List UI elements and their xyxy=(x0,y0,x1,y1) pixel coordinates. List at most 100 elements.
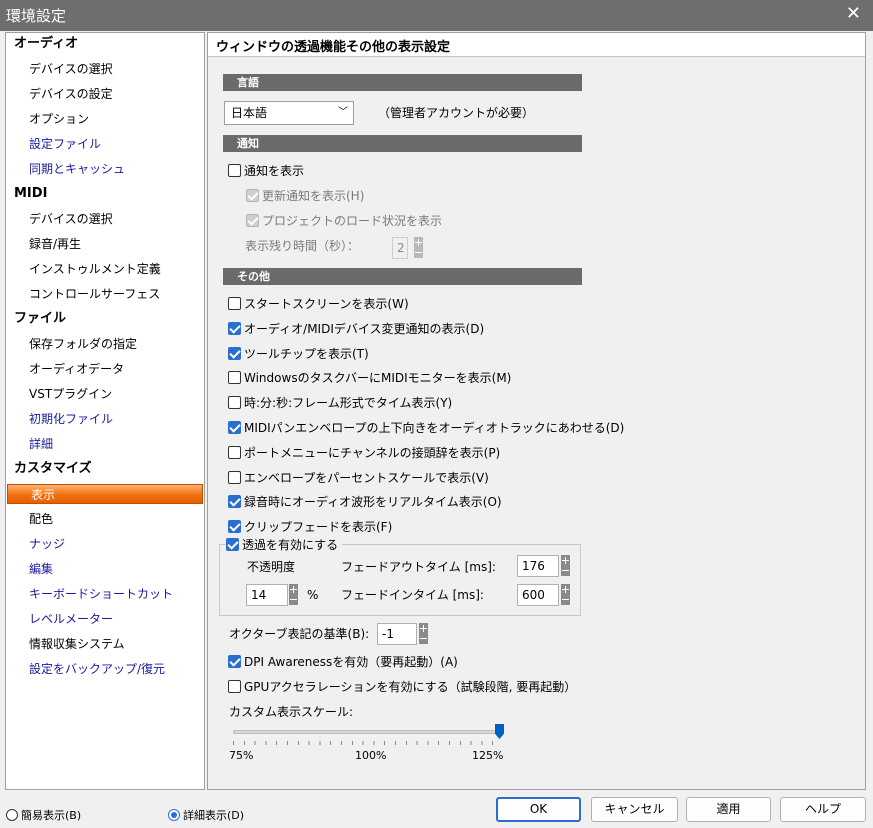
close-icon[interactable]: ✕ xyxy=(846,3,861,24)
option-checkbox[interactable]: オーディオ/MIDIデバイス変更通知の表示(D) xyxy=(228,320,484,338)
notify-remain-input[interactable]: 2 xyxy=(392,237,408,259)
sidebar-item[interactable]: デバイスの設定 xyxy=(6,84,204,104)
sidebar-item[interactable]: コントロールサーフェス xyxy=(6,284,204,304)
checkbox-icon xyxy=(228,346,241,360)
notify-load-checkbox[interactable]: プロジェクトのロード状況を表示 xyxy=(246,212,442,230)
option-checkbox[interactable]: ツールチップを表示(T) xyxy=(228,345,369,363)
dpi-checkbox[interactable]: DPI Awarenessを有効（要再起動）(A) xyxy=(228,653,458,671)
sidebar-item[interactable]: キーボードショートカット xyxy=(6,584,204,604)
sidebar-item[interactable]: 情報収集システム xyxy=(6,634,204,654)
octave-input[interactable]: -1 xyxy=(377,623,417,645)
sidebar-item[interactable]: オーディオデータ xyxy=(6,359,204,379)
sidebar-item[interactable]: 保存フォルダの指定 xyxy=(6,334,204,354)
help-button[interactable]: ヘルプ xyxy=(780,797,866,822)
sidebar-item[interactable]: デバイスの選択 xyxy=(6,209,204,229)
sidebar-item[interactable]: 録音/再生 xyxy=(6,234,204,254)
fadeout-input[interactable]: 176 xyxy=(517,555,559,577)
opacity-input[interactable]: 14 xyxy=(246,584,288,606)
scale-slider-thumb[interactable] xyxy=(495,724,504,739)
sidebar-category[interactable]: ファイル xyxy=(6,309,204,329)
checkbox-icon xyxy=(228,321,241,335)
settings-panel: ウィンドウの透過機能その他の表示設定 言語 日本語 ﹀ （管理者アカウントが必要… xyxy=(207,32,866,790)
section-language: 言語 xyxy=(223,74,582,91)
checkbox-icon xyxy=(228,445,241,459)
option-checkbox[interactable]: MIDIパンエンベロープの上下向きをオーディオトラックにあわせる(D) xyxy=(228,419,624,437)
title-bar: 環境設定 ✕ xyxy=(0,0,873,31)
panel-title: ウィンドウの透過機能その他の表示設定 xyxy=(208,33,865,57)
fadeout-label: フェードアウトタイム [ms]: xyxy=(341,560,496,574)
option-checkbox[interactable]: ポートメニューにチャンネルの接頭辞を表示(P) xyxy=(228,444,500,462)
sidebar-item[interactable]: 配色 xyxy=(6,509,204,529)
notify-remain-label: 表示残り時間（秒）： xyxy=(245,239,360,253)
sidebar-item[interactable]: 設定ファイル xyxy=(6,134,204,154)
sidebar-item[interactable]: ナッジ xyxy=(6,534,204,554)
scale-mid-label: 100% xyxy=(355,749,387,762)
sidebar-item[interactable]: 表示 xyxy=(7,484,203,504)
checkbox-icon xyxy=(228,655,241,668)
opacity-label: 不透明度 xyxy=(247,560,296,574)
checkbox-icon xyxy=(246,214,259,227)
ok-button[interactable]: OK xyxy=(496,797,581,822)
chevron-down-icon: ﹀ xyxy=(338,107,348,118)
sidebar-item[interactable]: オプション xyxy=(6,109,204,129)
sidebar-category[interactable]: オーディオ xyxy=(6,34,204,54)
checkbox-icon xyxy=(228,297,241,310)
language-note: （管理者アカウントが必要） xyxy=(378,106,535,120)
radio-icon xyxy=(6,809,18,821)
fadein-input[interactable]: 600 xyxy=(517,584,559,606)
section-other: その他 xyxy=(223,268,582,285)
radio-icon xyxy=(168,809,180,821)
scale-slider-track[interactable] xyxy=(233,730,499,734)
sidebar: オーディオデバイスの選択 デバイスの設定 オプション設定ファイル 同期とキャッシュ MI… xyxy=(5,32,205,790)
notify-remain-spinner[interactable] xyxy=(414,237,423,258)
scale-label: カスタム表示スケール: xyxy=(229,705,354,719)
opacity-spinner[interactable] xyxy=(289,584,298,605)
scale-min-label: 75% xyxy=(229,749,254,762)
octave-label: オクターブ表記の基準(B): xyxy=(229,627,370,641)
option-checkbox[interactable]: 録音時にオーディオ波形をリアルタイム表示(O) xyxy=(228,493,502,511)
simple-view-radio[interactable]: 簡易表示(B) xyxy=(6,807,81,825)
scale-max-label: 125% xyxy=(472,749,504,762)
percent-label: % xyxy=(307,588,319,602)
language-select[interactable]: 日本語 ﹀ xyxy=(224,101,354,125)
notify-show-checkbox[interactable]: 通知を表示 xyxy=(228,162,304,180)
transparency-checkbox[interactable]: 透過を有効にする xyxy=(226,536,343,554)
sidebar-category[interactable]: カスタマイズ xyxy=(6,459,204,479)
sidebar-category[interactable]: MIDI xyxy=(6,184,204,204)
option-checkbox[interactable]: WindowsのタスクバーにMIDIモニターを表示(M) xyxy=(228,369,511,387)
sidebar-item[interactable]: 設定をバックアップ/復元 xyxy=(6,659,204,679)
sidebar-item[interactable]: 編集 xyxy=(6,559,204,579)
option-checkbox[interactable]: エンベロープをパーセントスケールで表示(V) xyxy=(228,469,489,487)
checkbox-icon xyxy=(228,164,241,177)
detail-view-radio[interactable]: 詳細表示(D) xyxy=(168,807,244,825)
fadein-spinner[interactable] xyxy=(561,584,570,605)
checkbox-icon xyxy=(228,421,241,434)
option-checkbox[interactable]: スタートスクリーンを表示(W) xyxy=(228,295,409,313)
sidebar-item[interactable]: 同期とキャッシュ xyxy=(6,159,204,179)
checkbox-icon xyxy=(228,495,241,509)
bottom-bar: 簡易表示(B) 詳細表示(D) OK キャンセル 適用 ヘルプ xyxy=(0,790,873,828)
checkbox-icon xyxy=(226,538,239,551)
scale-ticks xyxy=(233,741,503,745)
checkbox-icon xyxy=(228,396,241,410)
sidebar-item[interactable]: VSTプラグイン xyxy=(6,384,204,404)
sidebar-item[interactable]: インストゥルメント定義 xyxy=(6,259,204,279)
fadeout-spinner[interactable] xyxy=(561,555,570,576)
gpu-checkbox[interactable]: GPUアクセラレーションを有効にする（試験段階, 要再起動） xyxy=(228,678,576,696)
checkbox-icon xyxy=(228,680,241,693)
apply-button[interactable]: 適用 xyxy=(686,797,771,822)
sidebar-item[interactable]: デバイスの選択 xyxy=(6,59,204,79)
octave-spinner[interactable] xyxy=(419,623,428,644)
window-title: 環境設定 xyxy=(6,7,67,25)
checkbox-icon xyxy=(228,520,241,534)
notify-update-checkbox[interactable]: 更新通知を表示(H) xyxy=(246,187,364,205)
fadein-label: フェードインタイム [ms]: xyxy=(341,588,484,602)
option-checkbox[interactable]: クリップフェードを表示(F) xyxy=(228,518,392,536)
sidebar-item[interactable]: 詳細 xyxy=(6,434,204,454)
option-checkbox[interactable]: 時:分:秒:フレーム形式でタイム表示(Y) xyxy=(228,394,452,412)
sidebar-item[interactable]: レベルメーター xyxy=(6,609,204,629)
sidebar-item[interactable]: 初期化ファイル xyxy=(6,409,204,429)
section-notify: 通知 xyxy=(223,135,582,152)
cancel-button[interactable]: キャンセル xyxy=(591,797,678,822)
language-value: 日本語 xyxy=(231,106,268,120)
